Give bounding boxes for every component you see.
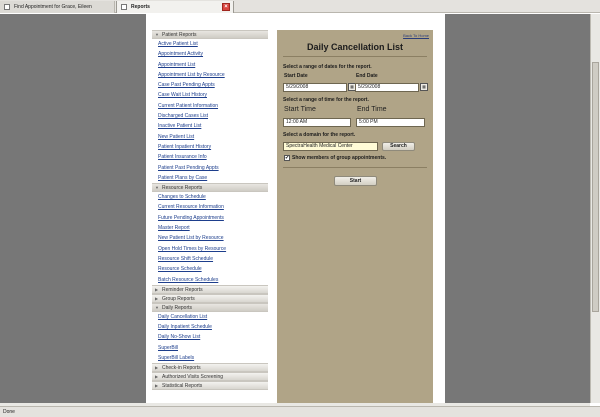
- vertical-scrollbar[interactable]: [590, 14, 600, 403]
- nav-report-link[interactable]: Resource Schedule: [152, 264, 268, 274]
- nav-report-link[interactable]: Appointment List by Resource: [152, 70, 268, 80]
- nav-section-header[interactable]: ▶ Check-in Reports: [152, 363, 268, 373]
- tab-label: Reports: [131, 4, 150, 10]
- nav-section-label: Authorized Visits Screening: [162, 374, 224, 381]
- collapse-arrow-icon: ▼: [155, 32, 159, 37]
- nav-report-link[interactable]: Future Pending Appointments: [152, 213, 268, 223]
- expand-arrow-icon: ▶: [155, 295, 159, 301]
- nav-report-link[interactable]: Master Report: [152, 223, 268, 233]
- expand-arrow-icon: ▶: [155, 383, 159, 389]
- nav-report-link[interactable]: SuperBill Labels: [152, 353, 268, 363]
- domain-prompt: Select a domain for the report.: [283, 132, 356, 138]
- page-icon: [121, 4, 127, 10]
- nav-report-link[interactable]: Changes to Schedule: [152, 192, 268, 202]
- start-time-input[interactable]: 12:00 AM: [283, 118, 351, 127]
- page-title: Daily Cancellation List: [306, 42, 404, 52]
- search-button[interactable]: Search: [382, 142, 415, 151]
- expand-arrow-icon: ▶: [155, 374, 159, 380]
- nav-report-link[interactable]: Current Patient Information: [152, 101, 268, 111]
- tab-label: Find Appointment for Grace, Eileen: [14, 4, 92, 10]
- status-text: Done: [3, 409, 15, 415]
- nav-report-link[interactable]: Active Patient List: [152, 39, 268, 49]
- status-bar: Done: [0, 406, 600, 417]
- nav-report-link[interactable]: Appointment Activity: [152, 49, 268, 59]
- tab-find-appointment[interactable]: Find Appointment for Grace, Eileen: [0, 1, 115, 13]
- nav-section-label: Reminder Reports: [162, 286, 203, 293]
- nav-report-link[interactable]: Batch Resource Schedules: [152, 275, 268, 285]
- nav-report-link[interactable]: Current Resource Information: [152, 202, 268, 212]
- nav-report-link[interactable]: SuperBill: [152, 343, 268, 353]
- nav-report-link[interactable]: Resource Shift Schedule: [152, 254, 268, 264]
- expand-arrow-icon: ▶: [155, 365, 159, 371]
- nav-section-label: Resource Reports: [162, 185, 203, 192]
- calendar-icon[interactable]: ▦: [420, 83, 428, 91]
- nav-report-link[interactable]: Patient Plans by Case: [152, 173, 268, 183]
- nav-report-link[interactable]: Open Hold Times by Resource: [152, 244, 268, 254]
- end-date-input[interactable]: 5/29/2008: [355, 83, 419, 92]
- nav-section-label: Statistical Reports: [162, 383, 203, 390]
- domain-input[interactable]: SpectraHealth Medical Center: [283, 142, 378, 151]
- report-options-panel: Back To Home Daily Cancellation List Sel…: [277, 30, 433, 403]
- nav-report-link[interactable]: Daily Inpatient Schedule: [152, 322, 268, 332]
- back-to-home-link[interactable]: Back To Home: [403, 33, 429, 38]
- show-members-label: Show members of group appointments.: [292, 155, 387, 161]
- close-icon[interactable]: ×: [222, 3, 230, 11]
- end-date-label: End Date: [356, 73, 378, 79]
- page-icon: [4, 4, 10, 10]
- scrollbar-thumb[interactable]: [592, 62, 599, 312]
- nav-report-link[interactable]: Inactive Patient List: [152, 121, 268, 131]
- nav-report-link[interactable]: Patient Insurance Info: [152, 152, 268, 162]
- end-time-label: End Time: [357, 106, 387, 113]
- nav-report-link[interactable]: Case Past Pending Appts: [152, 80, 268, 90]
- nav-section-header[interactable]: ▶ Statistical Reports: [152, 381, 268, 391]
- nav-report-link[interactable]: Daily No-Show List: [152, 332, 268, 342]
- nav-section-header[interactable]: ▼ Resource Reports: [152, 183, 268, 193]
- nav-report-link[interactable]: New Patient List: [152, 132, 268, 142]
- nav-section-label: Check-in Reports: [162, 365, 201, 372]
- nav-section-label: Daily Reports: [162, 304, 193, 311]
- nav-report-link[interactable]: Case Wait List History: [152, 90, 268, 100]
- time-range-prompt: Select a range of time for the report.: [283, 97, 369, 103]
- show-members-checkbox[interactable]: ✔: [284, 155, 290, 161]
- nav-section-header[interactable]: ▶ Authorized Visits Screening: [152, 372, 268, 382]
- end-time-input[interactable]: 5:00 PM: [356, 118, 425, 127]
- collapse-arrow-icon: ▼: [155, 185, 159, 191]
- date-range-prompt: Select a range of dates for the report.: [283, 64, 372, 70]
- nav-section-header[interactable]: ▶ Reminder Reports: [152, 284, 268, 294]
- nav-report-link[interactable]: Appointment List: [152, 60, 268, 70]
- divider: [283, 167, 427, 168]
- nav-report-link[interactable]: Daily Cancellation List: [152, 312, 268, 322]
- start-date-input[interactable]: 5/29/2008: [283, 83, 347, 92]
- start-time-label: Start Time: [284, 106, 316, 113]
- expand-arrow-icon: ▶: [155, 286, 159, 292]
- nav-section-header[interactable]: ▶ Group Reports: [152, 293, 268, 303]
- nav-report-link[interactable]: New Patient List by Resource: [152, 233, 268, 243]
- nav-report-link[interactable]: Patient Past Pending Appts: [152, 163, 268, 173]
- nav-report-link[interactable]: Discharged Cases List: [152, 111, 268, 121]
- nav-section-label: Patient Reports: [162, 32, 197, 38]
- nav-report-link[interactable]: Patient Inpatient History: [152, 142, 268, 152]
- divider: [283, 56, 427, 57]
- tab-reports[interactable]: Reports ×: [116, 1, 234, 13]
- nav-section-label: Group Reports: [162, 295, 195, 302]
- start-date-label: Start Date: [284, 73, 308, 79]
- start-button[interactable]: Start: [334, 176, 377, 186]
- nav-section-header[interactable]: ▼ Daily Reports: [152, 302, 268, 312]
- report-navigation: ▼ Patient Reports Active Patient List Appoi…: [152, 30, 268, 403]
- tab-bar: Find Appointment for Grace, Eileen Repor…: [0, 0, 600, 13]
- collapse-arrow-icon: ▼: [155, 304, 159, 310]
- nav-section-header[interactable]: ▼ Patient Reports: [152, 30, 268, 39]
